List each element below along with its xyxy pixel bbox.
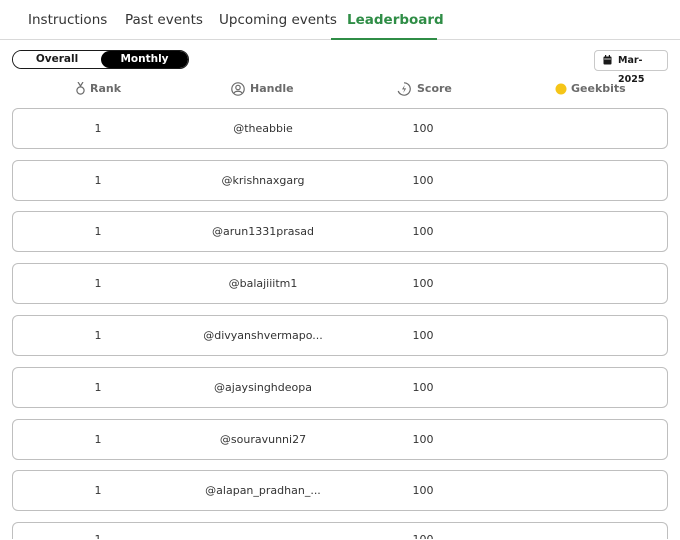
column-rank-label: Rank: [90, 82, 122, 95]
rank-cell: 1: [94, 122, 102, 135]
column-handle-label: Handle: [250, 82, 294, 95]
tab-bar: Instructions Past events Upcoming events…: [0, 0, 680, 40]
handle-cell: @balajiiitm1: [228, 277, 298, 290]
rank-cell: 1: [94, 484, 102, 497]
score-cell: 100: [412, 225, 434, 238]
active-tab-indicator: [331, 38, 437, 40]
tab-past-events[interactable]: Past events: [125, 0, 203, 39]
tab-leaderboard[interactable]: Leaderboard: [347, 0, 444, 39]
handle-cell: @theabbie: [233, 122, 293, 135]
month-selector-button[interactable]: Mar-2025: [594, 50, 668, 85]
calendar-icon: [603, 55, 612, 68]
handle-cell: @souravunni27: [219, 433, 307, 446]
column-geekbits-label: Geekbits: [571, 82, 626, 95]
score-cell: 100: [412, 381, 434, 394]
leaderboard-header: Rank Handle Score Geekbits: [0, 80, 680, 98]
score-cell: 100: [412, 433, 434, 446]
toggle-monthly[interactable]: Monthly: [101, 51, 188, 68]
tab-upcoming-events[interactable]: Upcoming events: [219, 0, 337, 39]
rank-cell: 1: [94, 277, 102, 290]
rank-cell: 1: [94, 174, 102, 187]
handle-cell: @krishnaxgarg: [221, 174, 305, 187]
rank-cell: 1: [94, 329, 102, 342]
rank-cell: 1: [68, 523, 128, 539]
table-row[interactable]: 1 @krishnaxgarg 100: [12, 160, 668, 201]
score-cell: 100: [412, 174, 434, 187]
period-toggle: Overall Monthly: [12, 50, 189, 69]
table-row[interactable]: 1 @balajiiitm1 100: [12, 263, 668, 304]
score-cell: 100: [412, 277, 434, 290]
user-circle-icon: [231, 82, 245, 96]
handle-cell: @ajaysinghdeopa: [214, 381, 312, 394]
score-cell: 100: [412, 122, 434, 135]
table-row[interactable]: 1 @souravunni27 100: [12, 419, 668, 460]
table-row[interactable]: 1 100: [12, 522, 668, 539]
medal-icon: [76, 82, 85, 95]
handle-cell: @alapan_pradhan_...: [205, 484, 321, 497]
rank-cell: 1: [94, 381, 102, 394]
score-cell: 100: [412, 329, 434, 342]
score-icon: [397, 82, 411, 96]
table-row[interactable]: 1 @divyanshvermapo... 100: [12, 315, 668, 356]
score-cell: 100: [412, 484, 434, 497]
table-row[interactable]: 1 @alapan_pradhan_... 100: [12, 470, 668, 511]
table-row[interactable]: 1 @theabbie 100: [12, 108, 668, 149]
table-row[interactable]: 1 @ajaysinghdeopa 100: [12, 367, 668, 408]
rank-cell: 1: [94, 225, 102, 238]
coin-icon: [555, 83, 567, 95]
rank-cell: 1: [94, 433, 102, 446]
tab-instructions[interactable]: Instructions: [28, 0, 107, 39]
column-score-label: Score: [417, 82, 452, 95]
score-cell: 100: [393, 523, 453, 539]
table-row[interactable]: 1 @arun1331prasad 100: [12, 211, 668, 252]
handle-cell: @divyanshvermapo...: [203, 329, 323, 342]
handle-cell: @arun1331prasad: [212, 225, 314, 238]
toggle-overall[interactable]: Overall: [13, 51, 101, 68]
